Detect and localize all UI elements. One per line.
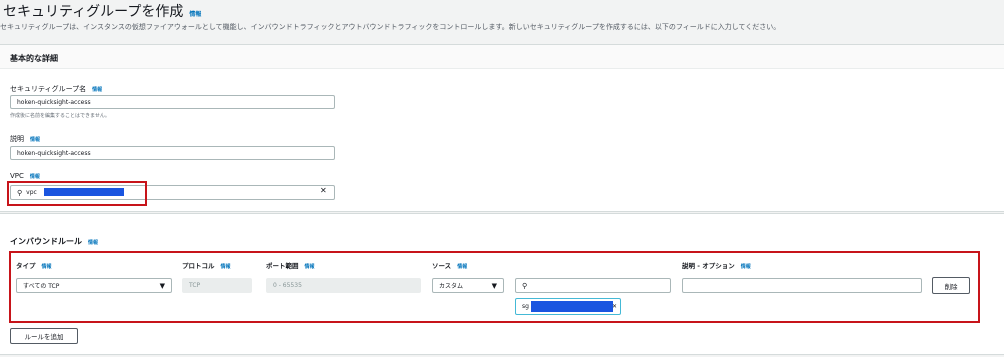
basic-details-heading: 基本的な詳細 [10,54,58,63]
source-info-link[interactable]: 情報 [457,264,467,270]
vpc-info-link[interactable]: 情報 [30,174,40,180]
rule-protocol-field: TCP [182,278,252,293]
clear-icon[interactable]: ✕ [320,186,327,195]
sg-name-input[interactable]: hoken-quicksight-access [10,95,335,109]
vpc-label: VPC 情報 [10,172,40,180]
rule-source-type-select[interactable]: カスタム ▼ [432,278,504,293]
sg-name-hint: 作成後に名前を編集することはできません。 [10,113,110,119]
description-label: 説明 情報 [10,135,41,143]
description-col-info-link[interactable]: 情報 [741,264,751,270]
rule-source-search-input[interactable]: ⚲ [515,278,671,293]
sg-name-info-link[interactable]: 情報 [92,87,102,93]
chevron-down-icon: ▼ [159,281,165,290]
col-source: ソース 情報 [432,262,468,270]
rule-port-range-field: 0 - 65535 [266,278,421,293]
page-title: セキュリティグループを作成 情報 [3,4,202,20]
sg-name-label: セキュリティグループ名 情報 [10,85,103,93]
col-protocol: プロトコル 情報 [182,262,231,270]
inbound-info-link[interactable]: 情報 [88,240,98,246]
title-info-link[interactable]: 情報 [189,11,201,18]
col-port-range: ポート範囲 情報 [266,262,315,270]
protocol-info-link[interactable]: 情報 [221,264,231,270]
rule-type-select[interactable]: すべての TCP ▼ [16,278,172,293]
description-input[interactable]: hoken-quicksight-access [10,146,335,160]
basic-details-header: 基本的な詳細 [0,45,1004,69]
rule-description-input[interactable] [682,278,922,293]
port-info-link[interactable]: 情報 [305,264,315,270]
col-description: 説明 - オプション 情報 [682,262,751,270]
chevron-down-icon: ▼ [491,281,497,290]
delete-rule-button[interactable]: 削除 [932,277,970,294]
description-info-link[interactable]: 情報 [30,137,40,143]
vpc-highlight-box [7,181,147,206]
col-type: タイプ 情報 [16,262,52,270]
page-description: セキュリティグループは、インスタンスの仮想ファイアウォールとして機能し、インバウ… [0,23,781,31]
type-info-link[interactable]: 情報 [42,264,52,270]
inbound-rules-heading: インバウンドルール 情報 [10,237,99,246]
redaction-mask [531,301,613,312]
search-icon: ⚲ [522,281,528,290]
add-rule-button[interactable]: ルールを追加 [10,328,78,344]
